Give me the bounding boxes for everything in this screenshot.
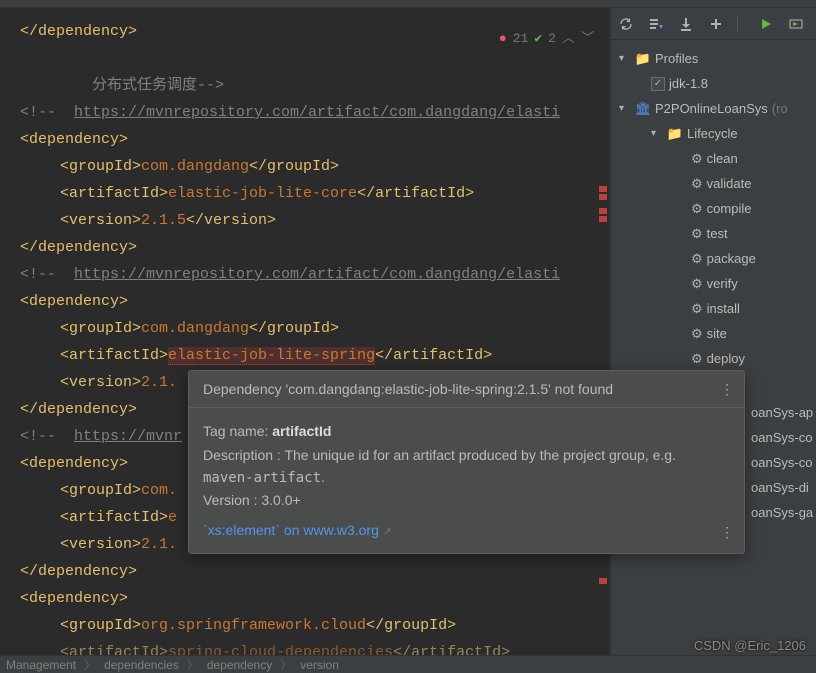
breadcrumb[interactable]: Management 〉 dependencies 〉 dependency 〉… bbox=[0, 655, 816, 673]
gear-icon: ⚙ bbox=[691, 246, 703, 271]
editor-pane[interactable]: ● 21 ✔ 2 ︿ ﹀ </dependency> 分布式任务调度--> <!… bbox=[0, 8, 610, 655]
lifecycle-phase[interactable]: ⚙validate bbox=[611, 171, 816, 196]
tooltip-error-text: Dependency 'com.dangdang:elastic-job-lit… bbox=[203, 381, 613, 397]
execute-icon[interactable] bbox=[787, 15, 805, 33]
maven-tree: ▾ 📁 Profiles ✓ jdk-1.8 ▾ 🏛 P2POnlineLoan… bbox=[611, 40, 816, 377]
generate-sources-icon[interactable] bbox=[647, 15, 665, 33]
warning-count: 2 bbox=[548, 25, 556, 52]
prev-highlight-icon[interactable]: ︿ bbox=[562, 25, 575, 52]
more-actions-icon[interactable]: ⋮ bbox=[720, 521, 734, 543]
breadcrumb-item[interactable]: dependency bbox=[207, 658, 272, 672]
external-link-icon: ↗ bbox=[383, 526, 392, 538]
reload-icon[interactable] bbox=[617, 15, 635, 33]
lifecycle-phase[interactable]: ⚙package bbox=[611, 246, 816, 271]
error-icon: ● bbox=[499, 25, 507, 52]
schema-doc-link[interactable]: `xs:element` on www.w3.org bbox=[203, 522, 379, 538]
gear-icon: ⚙ bbox=[691, 171, 703, 196]
tree-node-project[interactable]: ▾ 🏛 P2POnlineLoanSys (ro bbox=[611, 96, 816, 121]
warning-icon: ✔ bbox=[534, 25, 542, 52]
maven-panel: ▾ 📁 Profiles ✓ jdk-1.8 ▾ 🏛 P2POnlineLoan… bbox=[610, 8, 816, 655]
tooltip-tagname: artifactId bbox=[272, 423, 331, 439]
module-item[interactable]: oanSys-co bbox=[751, 450, 816, 475]
lifecycle-phase[interactable]: ⚙deploy bbox=[611, 346, 816, 371]
gear-icon: ⚙ bbox=[691, 321, 703, 346]
maven-toolbar bbox=[611, 8, 816, 40]
breadcrumb-item[interactable]: dependencies bbox=[104, 658, 179, 672]
error-count: 21 bbox=[513, 25, 529, 52]
tree-node-jdk[interactable]: ✓ jdk-1.8 bbox=[611, 71, 816, 96]
error-stripe[interactable] bbox=[597, 8, 609, 655]
gear-icon: ⚙ bbox=[691, 221, 703, 246]
breadcrumb-item[interactable]: version bbox=[300, 658, 339, 672]
watermark: CSDN @Eric_1206 bbox=[694, 638, 806, 653]
more-actions-icon[interactable]: ⋮ bbox=[720, 381, 734, 398]
modules-list: oanSys-apoanSys-cooanSys-cooanSys-dioanS… bbox=[751, 400, 816, 525]
code-content[interactable]: </dependency> 分布式任务调度--> <!-- https://mv… bbox=[0, 8, 609, 655]
checkbox-icon[interactable]: ✓ bbox=[651, 77, 665, 91]
tree-node-lifecycle[interactable]: ▾ 📁 Lifecycle bbox=[611, 121, 816, 146]
lifecycle-phase[interactable]: ⚙verify bbox=[611, 271, 816, 296]
lifecycle-phase[interactable]: ⚙install bbox=[611, 296, 816, 321]
module-item[interactable]: oanSys-co bbox=[751, 425, 816, 450]
gear-icon: ⚙ bbox=[691, 296, 703, 321]
documentation-tooltip: Dependency 'com.dangdang:elastic-job-lit… bbox=[188, 370, 745, 554]
lifecycle-phase[interactable]: ⚙clean bbox=[611, 146, 816, 171]
lifecycle-phase[interactable]: ⚙site bbox=[611, 321, 816, 346]
breadcrumb-item[interactable]: Management bbox=[6, 658, 76, 672]
gear-icon: ⚙ bbox=[691, 271, 703, 296]
add-icon[interactable] bbox=[707, 15, 725, 33]
lifecycle-phase[interactable]: ⚙test bbox=[611, 221, 816, 246]
inspection-status: ● 21 ✔ 2 ︿ ﹀ bbox=[499, 25, 594, 52]
module-item[interactable]: oanSys-ga bbox=[751, 500, 816, 525]
run-icon[interactable] bbox=[757, 15, 775, 33]
tree-node-profiles[interactable]: ▾ 📁 Profiles bbox=[611, 46, 816, 71]
lifecycle-phase[interactable]: ⚙compile bbox=[611, 196, 816, 221]
module-item[interactable]: oanSys-ap bbox=[751, 400, 816, 425]
module-item[interactable]: oanSys-di bbox=[751, 475, 816, 500]
gear-icon: ⚙ bbox=[691, 346, 703, 371]
gear-icon: ⚙ bbox=[691, 196, 703, 221]
download-sources-icon[interactable] bbox=[677, 15, 695, 33]
next-highlight-icon[interactable]: ﹀ bbox=[581, 25, 594, 52]
gear-icon: ⚙ bbox=[691, 146, 703, 171]
